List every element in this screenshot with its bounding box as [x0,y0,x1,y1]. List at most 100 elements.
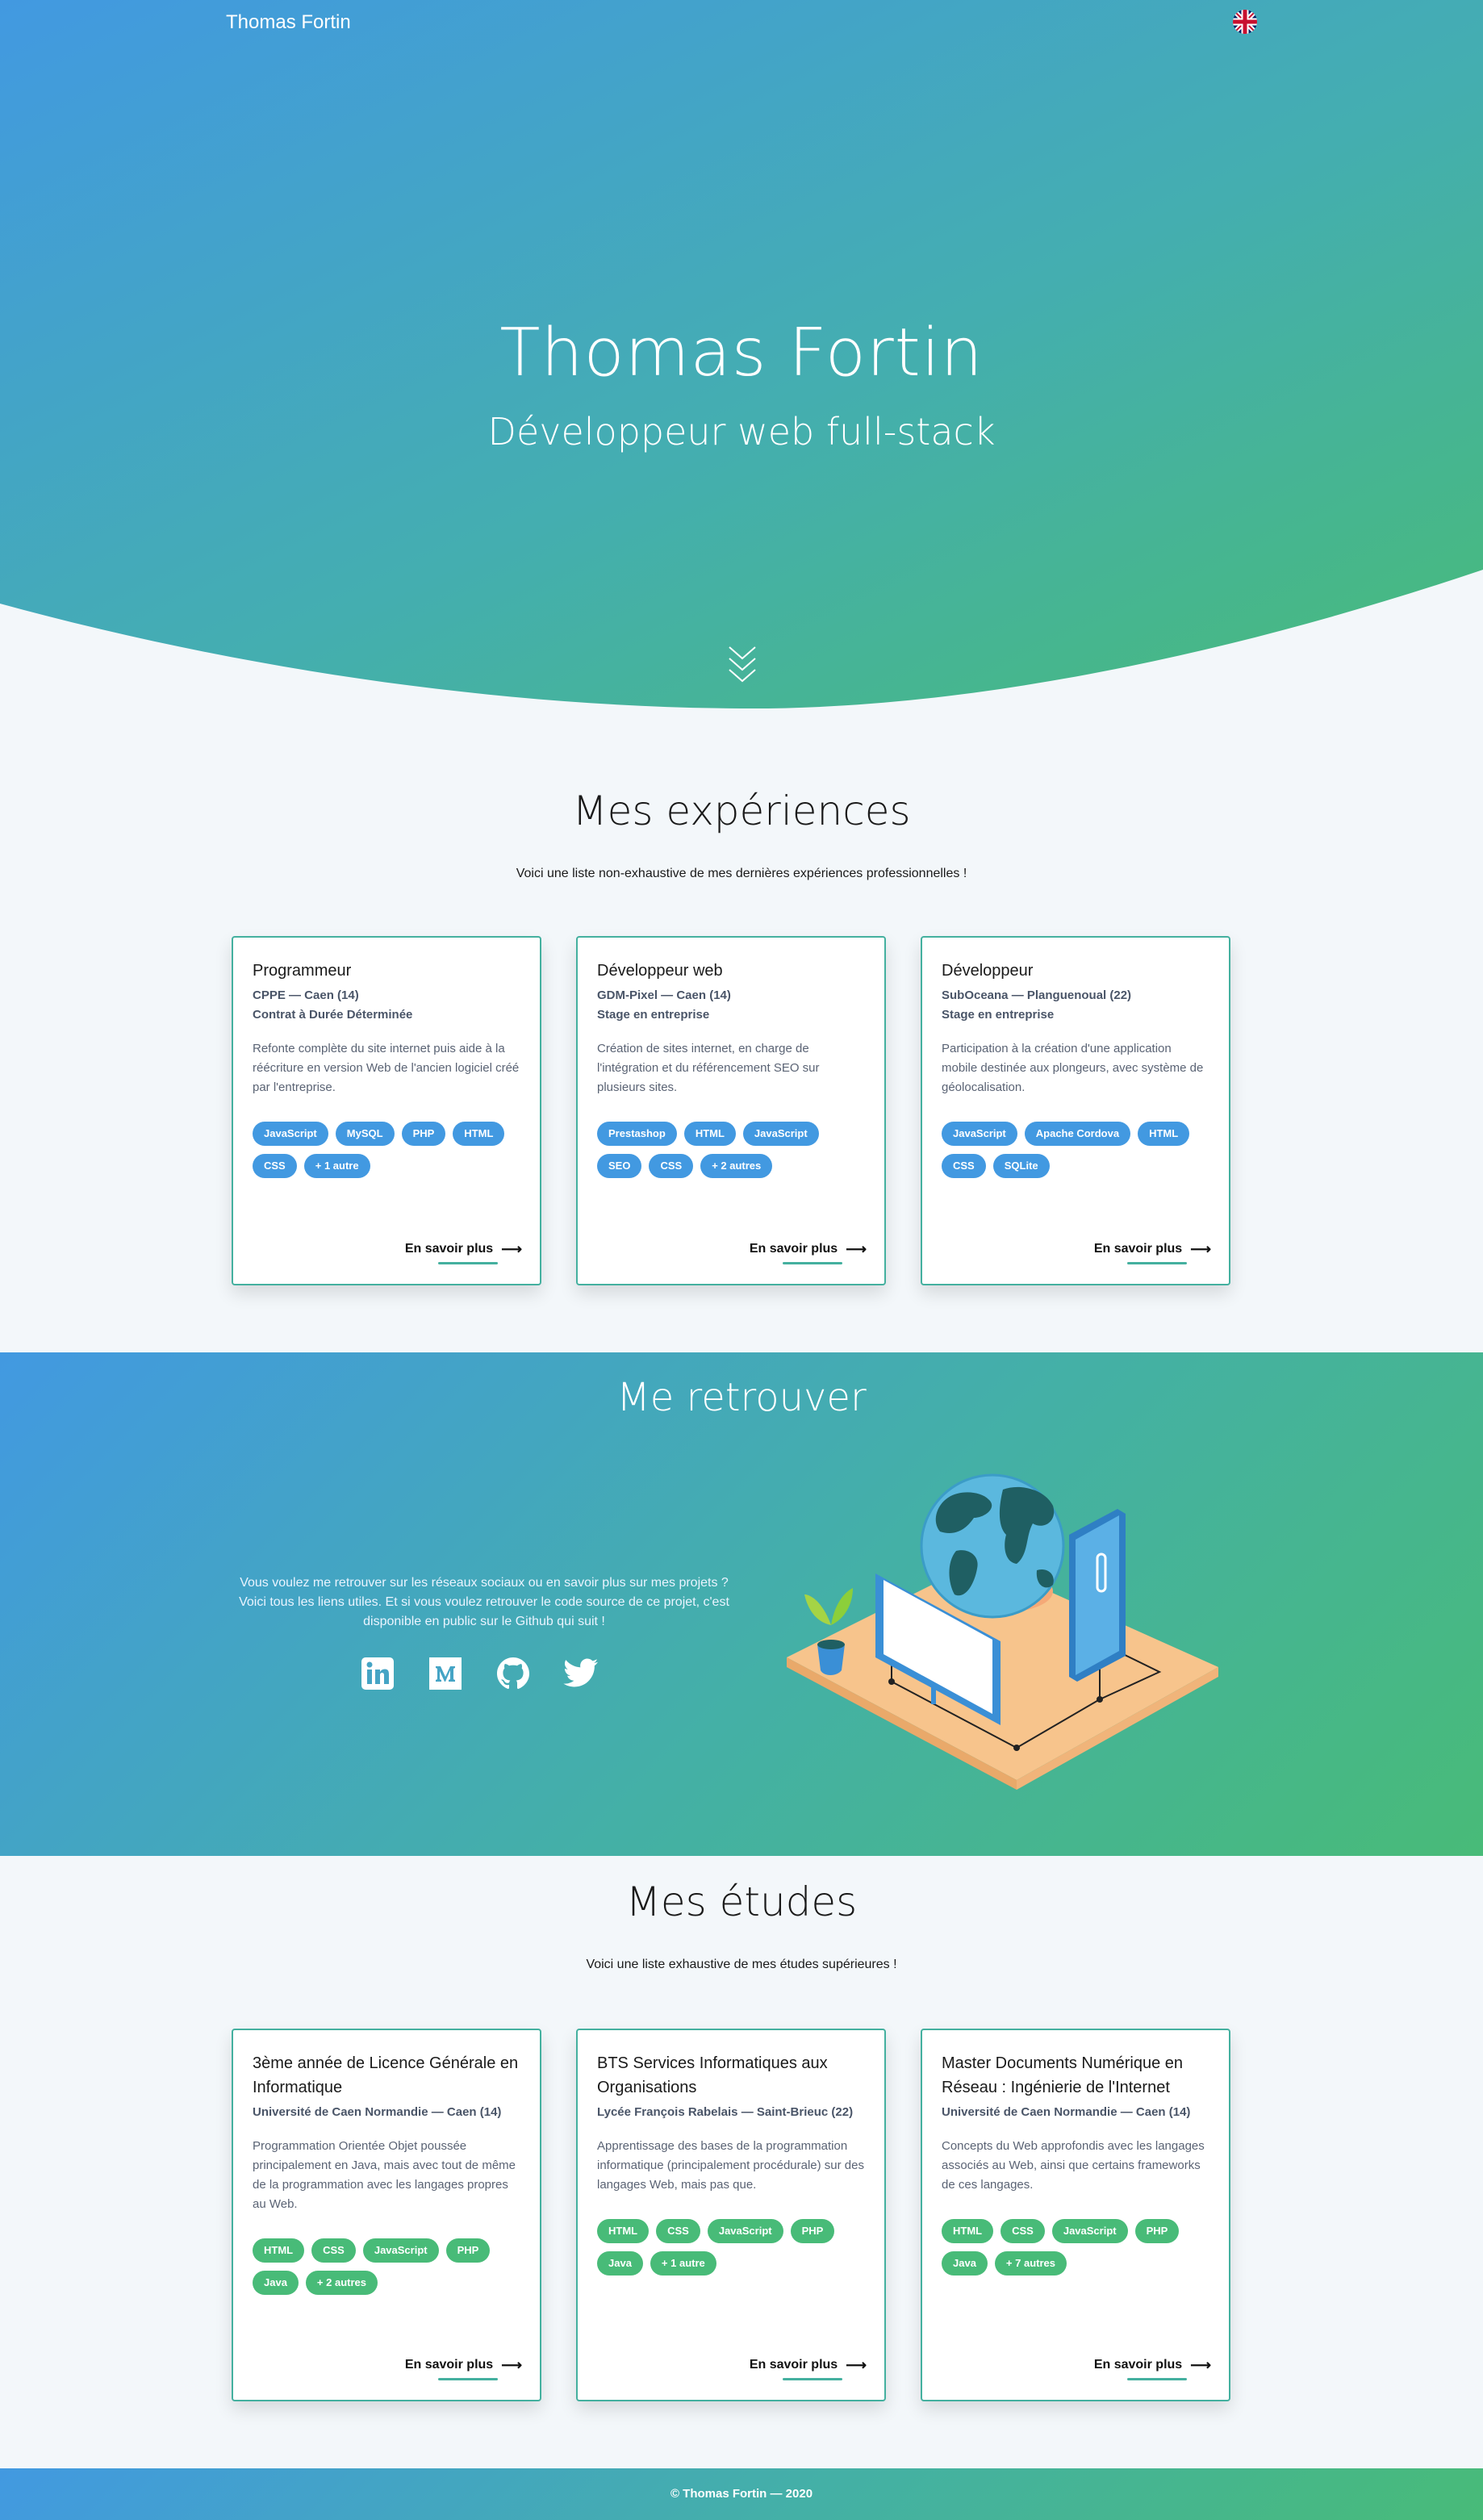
more-link[interactable]: En savoir plus ⟶ [405,2358,522,2372]
linkedin-icon[interactable] [360,1656,395,1691]
studies-cards: 3ème année de Licence Générale en Inform… [232,2029,1230,2401]
arrow-right-icon: ⟶ [501,1241,522,1257]
tag: HTML [453,1122,505,1146]
card-company: CPPE — Caen (14) [253,988,359,1002]
card-contract: Stage en entreprise [597,1008,710,1022]
footer-copyright: © Thomas Fortin — 2020 [670,2487,813,2501]
card-description: Création de sites internet, en charge de… [597,1042,820,1094]
experiences-section: Mes expériences Voici une liste non-exha… [0,710,1483,1352]
arrow-right-icon: ⟶ [846,1241,867,1257]
tag: HTML [942,2219,994,2243]
more-link[interactable]: En savoir plus ⟶ [750,2358,867,2372]
chevrons-down-icon[interactable] [726,644,758,687]
contact-text: Vous voulez me retrouver sur les réseaux… [239,1576,729,1628]
tag: HTML [253,2238,305,2263]
uk-flag-icon[interactable] [1233,10,1257,34]
tag: Apache Cordova [1024,1122,1131,1146]
experiences-title: Mes expériences [572,788,911,834]
top-navbar: Thomas Fortin [0,0,1483,47]
card-description: Programmation Orientée Objet poussée pri… [253,2139,516,2211]
study-card: 3ème année de Licence Générale en Inform… [232,2029,541,2401]
social-links [360,1656,599,1691]
github-icon[interactable] [495,1656,531,1691]
brand-link[interactable]: Thomas Fortin [226,11,351,34]
card-description: Apprentissage des bases de la programmat… [597,2139,864,2192]
tag: PHP [401,1122,446,1146]
experience-card: Programmeur CPPE — Caen (14) Contrat à D… [232,936,541,1285]
tag-more: + 7 autres [994,2251,1067,2276]
contact-section: Me retrouver Vous voulez me retrouver su… [0,1352,1483,1856]
tag: SQLite [992,1154,1050,1178]
card-title: 3ème année de Licence Générale en Inform… [253,2054,519,2096]
tag: PHP [1134,2219,1180,2243]
more-underline [1127,2378,1187,2380]
card-school: Université de Caen Normandie — Caen (14) [942,2105,1191,2119]
more-underline [1127,1262,1187,1264]
card-tags: JavaScript Apache Cordova HTML CSS SQLit… [942,1122,1200,1178]
tag: JavaScript [942,1122,1017,1146]
card-title: Développeur web [597,962,723,980]
card-tags: HTML CSS JavaScript PHP Java + 2 autres [253,2238,511,2295]
card-company: GDM-Pixel — Caen (14) [597,988,731,1002]
experience-card: Développeur SubOceana — Planguenoual (22… [921,936,1230,1285]
arrow-right-icon: ⟶ [1190,1241,1211,1257]
experience-card: Développeur web GDM-Pixel — Caen (14) St… [576,936,886,1285]
globe-desk-illustration [787,1473,1218,1790]
card-company: SubOceana — Planguenoual (22) [942,988,1132,1002]
more-underline [438,2378,498,2380]
more-link[interactable]: En savoir plus ⟶ [1094,2358,1211,2372]
tag: CSS [942,1154,986,1178]
tag: SEO [597,1154,642,1178]
more-label: En savoir plus [404,1242,494,1256]
tag: HTML [1138,1122,1190,1146]
more-underline [783,1262,842,1264]
card-school: Lycée François Rabelais — Saint-Brieuc (… [597,2105,854,2119]
hero-section: Thomas Fortin Thomas Fortin Développeur … [0,0,1483,710]
tag: HTML [683,1122,736,1146]
more-underline [438,1262,498,1264]
arrow-right-icon: ⟶ [501,2357,522,2373]
card-title: Développeur [942,962,1034,980]
card-contract: Contrat à Durée Déterminée [253,1008,413,1022]
card-tags: Prestashop HTML JavaScript SEO CSS + 2 a… [597,1122,855,1178]
tag: MySQL [335,1122,395,1146]
card-title: BTS Services Informatiques aux Organisat… [597,2054,828,2096]
arrow-right-icon: ⟶ [1190,2357,1211,2373]
tag: JavaScript [362,2238,439,2263]
twitter-icon[interactable] [563,1656,599,1691]
card-description: Concepts du Web approfondis avec les lan… [942,2139,1205,2192]
studies-title: Mes études [625,1879,858,1925]
tag: JavaScript [742,1122,819,1146]
tag: Java [597,2251,643,2276]
more-link[interactable]: En savoir plus ⟶ [750,1242,867,1256]
card-tags: JavaScript MySQL PHP HTML CSS + 1 autre [253,1122,511,1178]
experiences-cards: Programmeur CPPE — Caen (14) Contrat à D… [232,936,1230,1286]
studies-intro: Voici une liste exhaustive de mes études… [586,1958,897,1971]
tag: PHP [445,2238,491,2263]
tag: JavaScript [1051,2219,1128,2243]
card-contract: Stage en entreprise [942,1008,1055,1022]
tag-more: + 1 autre [303,1154,370,1178]
more-label: En savoir plus [1093,1242,1183,1256]
more-label: En savoir plus [749,2358,838,2372]
more-label: En savoir plus [1093,2358,1183,2372]
studies-section: Mes études Voici une liste exhaustive de… [0,1856,1483,2469]
tag: Prestashop [597,1122,677,1146]
tag: CSS [656,2219,700,2243]
more-label: En savoir plus [404,2358,494,2372]
card-title: Programmeur [253,962,352,980]
experiences-intro: Voici une liste non-exhaustive de mes de… [516,867,967,880]
medium-icon[interactable] [428,1656,463,1691]
card-tags: HTML CSS JavaScript PHP Java + 1 autre [597,2219,855,2276]
tag-more: + 1 autre [650,2251,716,2276]
card-school: Université de Caen Normandie — Caen (14) [253,2105,502,2119]
more-link[interactable]: En savoir plus ⟶ [405,1242,522,1256]
hero-title: Thomas Fortin [499,315,984,391]
card-description: Refonte complète du site internet puis a… [253,1042,520,1094]
hero-subtitle: Développeur web full-stack [487,410,996,453]
tag: CSS [649,1154,694,1178]
more-link[interactable]: En savoir plus ⟶ [1094,1242,1211,1256]
tag: JavaScript [707,2219,783,2243]
more-underline [783,2378,842,2380]
tag: CSS [253,1154,297,1178]
